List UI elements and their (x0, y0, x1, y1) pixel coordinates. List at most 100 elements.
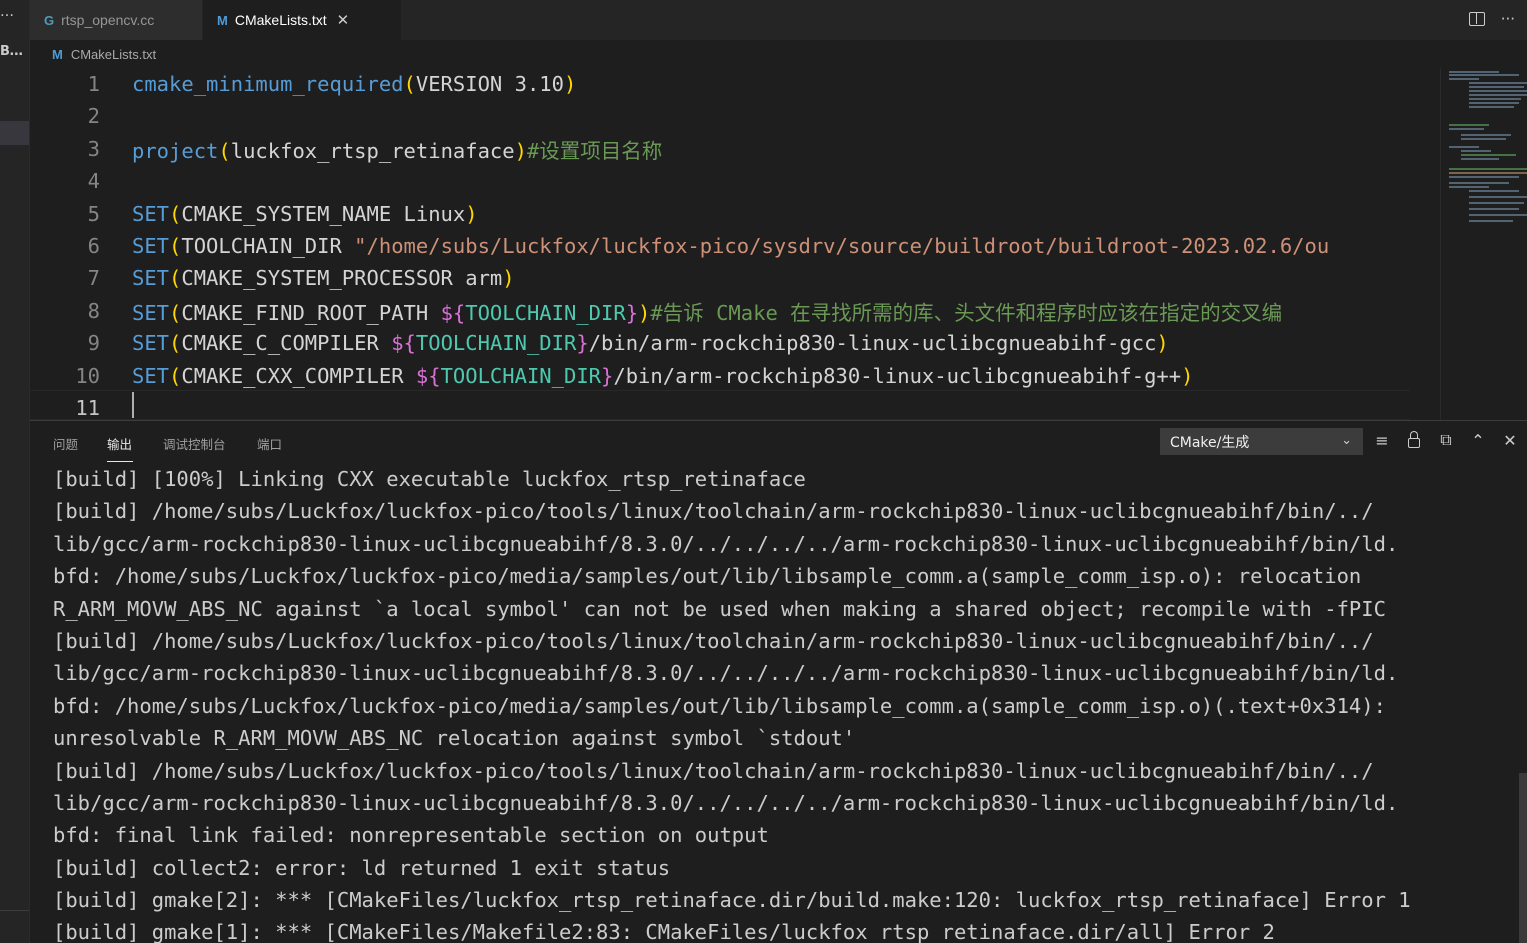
tab-output[interactable]: 输出 (107, 434, 132, 453)
line-number: 7 (87, 266, 100, 291)
code-text: cmake_minimum_required(VERSION 3.10) (132, 72, 577, 96)
minimap[interactable] (1440, 68, 1527, 420)
minimap-line (1449, 78, 1479, 80)
minimap-line (1469, 220, 1513, 222)
line-number: 10 (75, 363, 100, 388)
tab-ports[interactable]: 端口 (257, 434, 282, 453)
minimap-line (1461, 154, 1516, 156)
more-icon[interactable]: … (0, 4, 14, 20)
active-tab-indicator (107, 461, 133, 462)
activity-bar: … B... (0, 0, 30, 943)
output-line: lib/gcc/arm-rockchip830-linux-uclibcgnue… (53, 790, 1399, 815)
minimap-line (1469, 94, 1527, 96)
tab-debug-console[interactable]: 调试控制台 (163, 434, 226, 453)
code-text: SET(CMAKE_FIND_ROOT_PATH ${TOOLCHAIN_DIR… (132, 300, 1283, 325)
minimap-line (1469, 208, 1519, 210)
output-line: lib/gcc/arm-rockchip830-linux-uclibcgnue… (53, 531, 1399, 556)
minimap-line (1469, 102, 1519, 104)
output-line: [build] /home/subs/Luckfox/luckfox-pico/… (53, 499, 1374, 524)
output-line: [build] gmake[2]: *** [CMakeFiles/luckfo… (53, 888, 1411, 913)
output-log[interactable]: [build] [100%] Linking CXX executable lu… (53, 463, 1523, 943)
cpp-file-icon: G (44, 12, 55, 28)
code-line[interactable]: 10 SET(CMAKE_CXX_COMPILER ${TOOLCHAIN_DIR… (30, 360, 1410, 392)
minimap-line (1461, 134, 1511, 136)
line-number: 8 (87, 298, 100, 323)
output-line: [build] [100%] Linking CXX executable lu… (53, 467, 806, 491)
panel-actions: ≡ ⧉ ⌃ ✕ (1373, 430, 1519, 450)
code-text: SET(CMAKE_CXX_COMPILER ${TOOLCHAIN_DIR}/… (132, 363, 1194, 388)
line-number: 5 (87, 201, 100, 226)
panel-tab-bar: 问题 输出 调试控制台 端口 CMake/生成 ⌄ ≡ ⧉ ⌃ ✕ (30, 421, 1527, 463)
minimap-line (1449, 172, 1527, 174)
code-line[interactable]: 7 SET(CMAKE_SYSTEM_PROCESSOR arm) (30, 262, 1410, 294)
minimap-line (1449, 176, 1519, 178)
line-number: 1 (87, 72, 100, 96)
code-text: project(luckfox_rtsp_retinaface)#设置项目名称 (132, 138, 663, 163)
code-line[interactable]: 3 project(luckfox_rtsp_retinaface)#设置项目名称 (30, 133, 1410, 165)
code-line[interactable]: 11 (30, 392, 1410, 420)
minimap-line (1469, 90, 1527, 92)
line-number: 3 (87, 136, 100, 161)
minimap-line (1469, 82, 1527, 84)
minimap-line (1469, 196, 1527, 198)
more-actions-icon[interactable]: ··· (1501, 10, 1515, 28)
output-line: R_ARM_MOVW_ABS_NC against `a local symbo… (53, 596, 1386, 621)
output-line: lib/gcc/arm-rockchip830-linux-uclibcgnue… (53, 661, 1399, 686)
line-number: 6 (87, 234, 100, 258)
minimap-line (1469, 214, 1527, 216)
list-filter-icon[interactable]: ≡ (1373, 430, 1391, 450)
code-line[interactable]: 4 (30, 165, 1410, 197)
code-line[interactable]: 8 SET(CMAKE_FIND_ROOT_PATH ${TOOLCHAIN_DI… (30, 295, 1410, 327)
code-text: SET(CMAKE_SYSTEM_NAME Linux) (132, 201, 478, 226)
breadcrumb: M CMakeLists.txt (30, 40, 1527, 68)
output-line: [build] /home/subs/Luckfox/luckfox-pico/… (53, 758, 1374, 783)
line-number: 4 (87, 169, 100, 194)
output-line: [build] collect2: error: ld returned 1 e… (53, 855, 671, 880)
close-icon[interactable]: ✕ (337, 11, 350, 29)
cmake-file-icon: M (52, 46, 63, 62)
bottom-panel: 问题 输出 调试控制台 端口 CMake/生成 ⌄ ≡ ⧉ ⌃ ✕ [build… (30, 420, 1527, 943)
activity-selected-item[interactable] (0, 121, 29, 145)
output-line: [build] gmake[1]: *** [CMakeFiles/Makefi… (53, 920, 1275, 943)
output-channel-select[interactable]: CMake/生成 ⌄ (1160, 428, 1363, 455)
code-text: SET(CMAKE_C_COMPILER ${TOOLCHAIN_DIR}/bi… (132, 331, 1169, 356)
minimap-line (1449, 128, 1484, 130)
maximize-panel-icon[interactable]: ⌃ (1469, 430, 1487, 450)
breadcrumb-file[interactable]: CMakeLists.txt (71, 47, 156, 62)
tab-rtsp-opencv[interactable]: G rtsp_opencv.cc (30, 0, 203, 40)
code-line[interactable]: 5 SET(CMAKE_SYSTEM_NAME Linux) (30, 198, 1410, 230)
minimap-line (1449, 182, 1509, 184)
explorer-label[interactable]: B... (0, 44, 23, 59)
panel-scrollbar[interactable] (1519, 773, 1527, 943)
chevron-down-icon: ⌄ (1341, 433, 1352, 448)
code-text: SET(CMAKE_SYSTEM_PROCESSOR arm) (132, 266, 515, 291)
split-editor-icon[interactable] (1468, 12, 1485, 26)
minimap-line (1449, 74, 1519, 76)
code-line[interactable]: 9 SET(CMAKE_C_COMPILER ${TOOLCHAIN_DIR}/b… (30, 327, 1410, 359)
minimap-line (1461, 158, 1499, 160)
output-line: unresolvable R_ARM_MOVW_ABS_NC relocatio… (53, 726, 856, 751)
tab-label: rtsp_opencv.cc (61, 12, 155, 28)
code-text: SET(TOOLCHAIN_DIR "/home/subs/Luckfox/lu… (132, 234, 1330, 258)
lock-icon[interactable] (1405, 430, 1423, 450)
code-line[interactable]: 6 SET(TOOLCHAIN_DIR "/home/subs/Luckfox/l… (30, 230, 1410, 262)
minimap-line (1449, 168, 1527, 170)
output-line: bfd: final link failed: nonrepresentable… (53, 823, 769, 848)
code-editor[interactable]: 1 cmake_minimum_required(VERSION 3.10) 2 3 p… (30, 68, 1527, 420)
minimap-line (1449, 71, 1499, 73)
tab-label: CMakeLists.txt (234, 12, 327, 28)
minimap-line (1469, 190, 1519, 192)
output-line: bfd: /home/subs/Luckfox/luckfox-pico/med… (53, 693, 1386, 718)
cmake-file-icon: M (217, 12, 228, 28)
clear-output-icon[interactable]: ⧉ (1437, 430, 1455, 450)
tab-problems[interactable]: 问题 (53, 434, 78, 453)
output-channel-value: CMake/生成 (1170, 434, 1250, 451)
close-panel-icon[interactable]: ✕ (1501, 430, 1519, 450)
tab-cmakelists[interactable]: M CMakeLists.txt ✕ (203, 0, 401, 40)
minimap-line (1469, 106, 1514, 108)
minimap-line (1449, 124, 1489, 126)
line-number: 2 (87, 104, 100, 129)
code-line[interactable]: 2 (30, 100, 1410, 132)
code-line[interactable]: 1 cmake_minimum_required(VERSION 3.10) (30, 68, 1410, 100)
minimap-line (1461, 150, 1491, 152)
